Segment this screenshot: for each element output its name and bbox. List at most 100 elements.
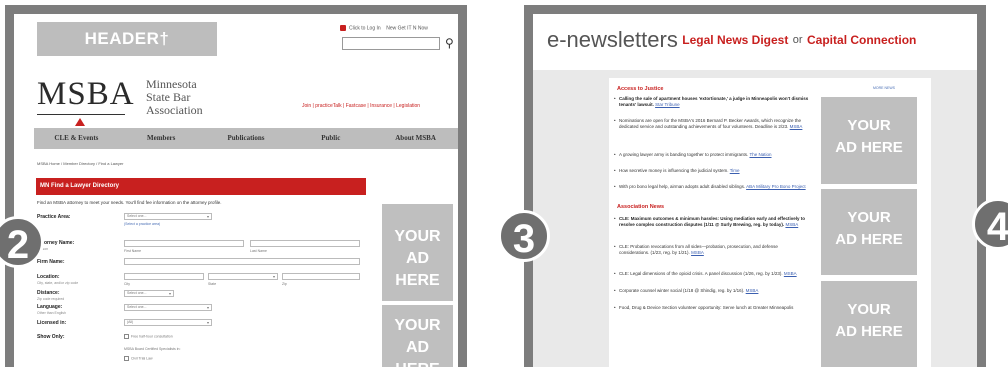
licensed-in-label: Licensed in: bbox=[37, 320, 67, 326]
newsletter-title: e-newsletters bbox=[547, 27, 678, 52]
ad-placeholder: YOUR AD HERE bbox=[821, 281, 917, 367]
language-select[interactable]: Select one... ▾ bbox=[124, 304, 212, 311]
newsletter-panel: e-newsletters Legal News Digest or Capit… bbox=[524, 5, 986, 367]
search-icon[interactable]: ⚲ bbox=[445, 36, 454, 50]
website-header-panel: HEADER† Click to Log In New Get IT N Now… bbox=[5, 5, 467, 367]
newsletter-title-row: e-newsletters Legal News Digest or Capit… bbox=[547, 27, 916, 53]
ad-text: YOUR bbox=[394, 317, 441, 334]
zip-hint: Zip bbox=[282, 282, 287, 286]
item-text: Food, Drug & Device Section volunteer op… bbox=[619, 305, 794, 310]
or-text: or bbox=[792, 34, 803, 46]
ad-text: YOUR bbox=[847, 209, 891, 226]
lock-icon bbox=[340, 25, 346, 31]
language-sub: Other than English bbox=[37, 311, 66, 315]
location-sub: City, state, and/or zip code bbox=[37, 281, 79, 285]
item-text: Corporate counsel winter social (1/18 @ … bbox=[619, 288, 745, 293]
distance-label: Distance: bbox=[37, 290, 60, 296]
city-hint: City bbox=[124, 282, 131, 286]
nav-about[interactable]: About MSBA bbox=[373, 128, 458, 149]
item-link[interactable]: ABA Military Pro Bono Project bbox=[746, 184, 806, 189]
item-bold: Calling the sale of apartment houses 'ex… bbox=[619, 96, 809, 107]
licensed-in-select[interactable]: (All) ▾ bbox=[124, 319, 212, 326]
list-item: CLE: Maximum outcomes & minimum hassles:… bbox=[614, 216, 809, 227]
main-nav: CLE & Events Members Publications Public… bbox=[34, 128, 458, 149]
item-link[interactable]: Time bbox=[730, 168, 740, 173]
firm-name-input[interactable] bbox=[124, 258, 360, 265]
first-name-hint: First Name bbox=[124, 249, 142, 253]
nav-members[interactable]: Members bbox=[119, 128, 204, 149]
free-consult-checkbox[interactable] bbox=[124, 334, 129, 339]
item-link[interactable]: The Nation bbox=[749, 152, 771, 157]
firm-name-label: Firm Name: bbox=[37, 259, 65, 265]
item-link[interactable]: MSBA bbox=[790, 124, 803, 129]
item-bold: CLE: Maximum outcomes & minimum hassles:… bbox=[619, 216, 806, 227]
list-item: Nominations are open for the MSBA's 2016… bbox=[614, 118, 809, 129]
certified-label: MSBA Board Certified Specialists in: bbox=[124, 347, 181, 351]
chevron-down-icon: ▾ bbox=[206, 320, 209, 325]
ad-text: YOUR bbox=[394, 228, 441, 245]
ad-text: YOUR bbox=[847, 117, 891, 134]
item-text: A growing lawyer army is banding togethe… bbox=[619, 152, 749, 157]
breadcrumb[interactable]: MSBA Home / Member Directory / Find a La… bbox=[37, 161, 123, 166]
list-item: How secretive money is influencing the j… bbox=[614, 168, 809, 174]
select-value: (All) bbox=[127, 320, 134, 324]
ad-placeholder: YOUR AD HERE bbox=[382, 204, 453, 301]
nav-public[interactable]: Public bbox=[288, 128, 373, 149]
chevron-down-icon: ▾ bbox=[168, 291, 171, 296]
zip-input[interactable] bbox=[282, 273, 360, 280]
directory-title: MN Find a Lawyer Directory bbox=[36, 178, 366, 195]
item-text: CLE: Legal dimensions of the opioid cris… bbox=[619, 271, 783, 276]
civil-trial-option[interactable]: Civil Trial Law bbox=[124, 356, 153, 361]
language-label: Language: bbox=[37, 304, 63, 310]
last-name-hint: Last Name bbox=[250, 249, 267, 253]
item-text: With pro bono legal help, airman adopts … bbox=[619, 184, 746, 189]
add-practice-link[interactable]: (Select a practice area) bbox=[124, 222, 160, 226]
chevron-down-icon: ▾ bbox=[206, 214, 209, 219]
nav-cle-events[interactable]: CLE & Events bbox=[34, 128, 119, 149]
org-name-line: Association bbox=[146, 103, 203, 117]
login-link[interactable]: Click to Log In bbox=[349, 25, 381, 31]
city-input[interactable] bbox=[124, 273, 204, 280]
logo-underline bbox=[37, 114, 125, 115]
free-consult-option[interactable]: Free half-hour consultation bbox=[124, 334, 173, 339]
item-link[interactable]: MSBA bbox=[784, 271, 797, 276]
ad-text: AD HERE bbox=[835, 139, 903, 156]
chevron-down-icon: ▾ bbox=[272, 274, 275, 279]
distance-sub: Zip code required bbox=[37, 297, 65, 301]
legal-news-digest-link[interactable]: Legal News Digest bbox=[682, 33, 788, 47]
state-select[interactable]: ▾ bbox=[208, 273, 278, 280]
select-value: Select one... bbox=[127, 305, 147, 309]
step-badge-3: 3 bbox=[498, 210, 550, 262]
practice-area-select[interactable]: Select one... ▾ bbox=[124, 213, 212, 220]
top-links[interactable]: Join | practiceTalk | Fastcase | Insuran… bbox=[302, 103, 420, 109]
list-item: With pro bono legal help, airman adopts … bbox=[614, 184, 809, 190]
newsletter-screenshot: e-newsletters Legal News Digest or Capit… bbox=[533, 14, 977, 367]
item-link[interactable]: MSBA bbox=[691, 250, 704, 255]
ad-text: AD HERE bbox=[395, 250, 440, 289]
logo-triangle-icon bbox=[75, 118, 85, 126]
item-link[interactable]: MSBA bbox=[746, 288, 759, 293]
ad-text: YOUR bbox=[847, 301, 891, 318]
last-name-input[interactable] bbox=[250, 240, 360, 247]
ad-placeholder: YOUR AD HERE bbox=[821, 97, 917, 184]
ad-placeholder: YOUR AD HERE bbox=[382, 305, 453, 367]
logo[interactable]: MSBA bbox=[37, 76, 135, 113]
first-name-input[interactable] bbox=[124, 240, 244, 247]
item-link[interactable]: MSBA bbox=[785, 222, 798, 227]
list-item: CLE: Probation revocations from all side… bbox=[614, 244, 809, 255]
ad-text: AD HERE bbox=[835, 231, 903, 248]
capital-connection-link[interactable]: Capital Connection bbox=[807, 33, 916, 47]
search-input[interactable] bbox=[342, 37, 440, 50]
more-news-link[interactable]: MORE NEWS bbox=[873, 86, 895, 90]
header-label: HEADER† bbox=[37, 22, 217, 56]
civil-trial-checkbox[interactable] bbox=[124, 356, 129, 361]
new-link[interactable]: New Get IT N Now bbox=[386, 25, 428, 31]
item-link[interactable]: Star Tribune bbox=[655, 102, 680, 107]
nav-publications[interactable]: Publications bbox=[204, 128, 289, 149]
free-consult-label: Free half-hour consultation bbox=[131, 334, 173, 339]
distance-select[interactable]: Select one... ▾ bbox=[124, 290, 174, 297]
section-heading: Association News bbox=[617, 204, 665, 210]
select-value: Select one... bbox=[127, 291, 147, 295]
section-heading: Access to Justice bbox=[617, 86, 664, 92]
list-item: Food, Drug & Device Section volunteer op… bbox=[614, 305, 809, 311]
